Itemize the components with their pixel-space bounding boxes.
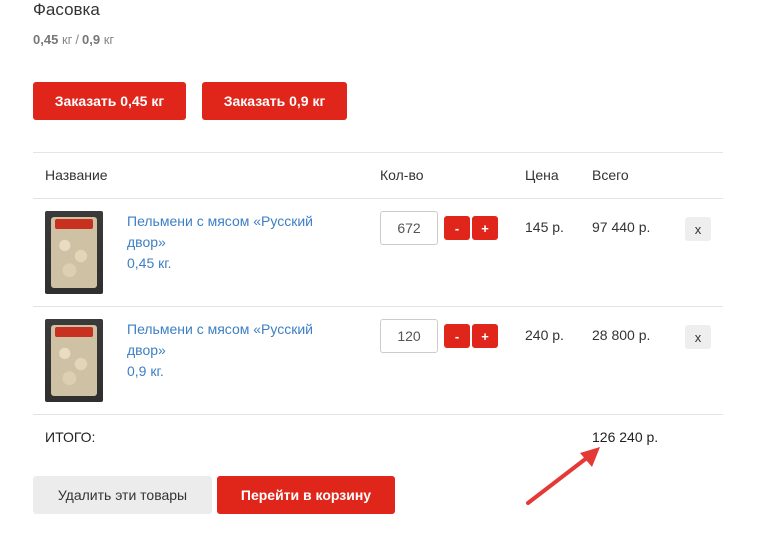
package-label [55, 219, 93, 229]
header-total: Всего [592, 167, 629, 183]
order-045-button[interactable]: Заказать 0,45 кг [33, 82, 186, 120]
annotation-arrow-icon [526, 447, 600, 505]
decrement-button[interactable]: - [444, 324, 470, 348]
header-price: Цена [525, 167, 559, 183]
increment-button[interactable]: + [472, 324, 498, 348]
remove-item-button[interactable]: x [685, 217, 711, 241]
order-09-button[interactable]: Заказать 0,9 кг [202, 82, 347, 120]
product-weight: 0,9 кг. [127, 363, 164, 379]
line-total: 97 440 р. [592, 219, 651, 235]
total-label: ИТОГО: [45, 429, 96, 445]
quantity-input[interactable] [380, 319, 438, 353]
packing-options: 0,45 кг/0,9 кг [33, 32, 114, 47]
unit-price: 240 р. [525, 327, 564, 343]
packing-title: Фасовка [33, 0, 100, 19]
product-link[interactable]: Пельмени с мясом «Русский двор» 0,9 кг. [127, 319, 357, 382]
product-name-line2: двор» [127, 234, 166, 250]
packing-unit-2: кг [103, 32, 115, 47]
packing-option-045: 0,45 [33, 32, 59, 47]
remove-these-items-button[interactable]: Удалить эти товары [33, 476, 212, 514]
product-image[interactable] [45, 211, 103, 294]
product-link[interactable]: Пельмени с мясом «Русский двор» 0,45 кг. [127, 211, 357, 274]
increment-button[interactable]: + [472, 216, 498, 240]
remove-item-button[interactable]: x [685, 325, 711, 349]
summary-divider [33, 414, 723, 415]
table-row: Пельмени с мясом «Русский двор» 0,45 кг.… [33, 199, 723, 307]
product-name-line1: Пельмени с мясом «Русский [127, 321, 313, 337]
product-name-line1: Пельмени с мясом «Русский [127, 213, 313, 229]
header-name: Название [45, 167, 108, 183]
packing-option-09: 0,9 [82, 32, 101, 47]
table-row: Пельмени с мясом «Русский двор» 0,9 кг. … [33, 307, 723, 415]
decrement-button[interactable]: - [444, 216, 470, 240]
packing-unit-1: кг [61, 32, 73, 47]
packing-separator: / [75, 32, 79, 47]
product-image[interactable] [45, 319, 103, 402]
line-total: 28 800 р. [592, 327, 651, 343]
product-weight: 0,45 кг. [127, 255, 172, 271]
table-top-divider [33, 152, 723, 153]
product-name-line2: двор» [127, 342, 166, 358]
unit-price: 145 р. [525, 219, 564, 235]
go-to-cart-button[interactable]: Перейти в корзину [217, 476, 395, 514]
header-qty: Кол-во [380, 167, 424, 183]
package-label [55, 327, 93, 337]
quantity-input[interactable] [380, 211, 438, 245]
